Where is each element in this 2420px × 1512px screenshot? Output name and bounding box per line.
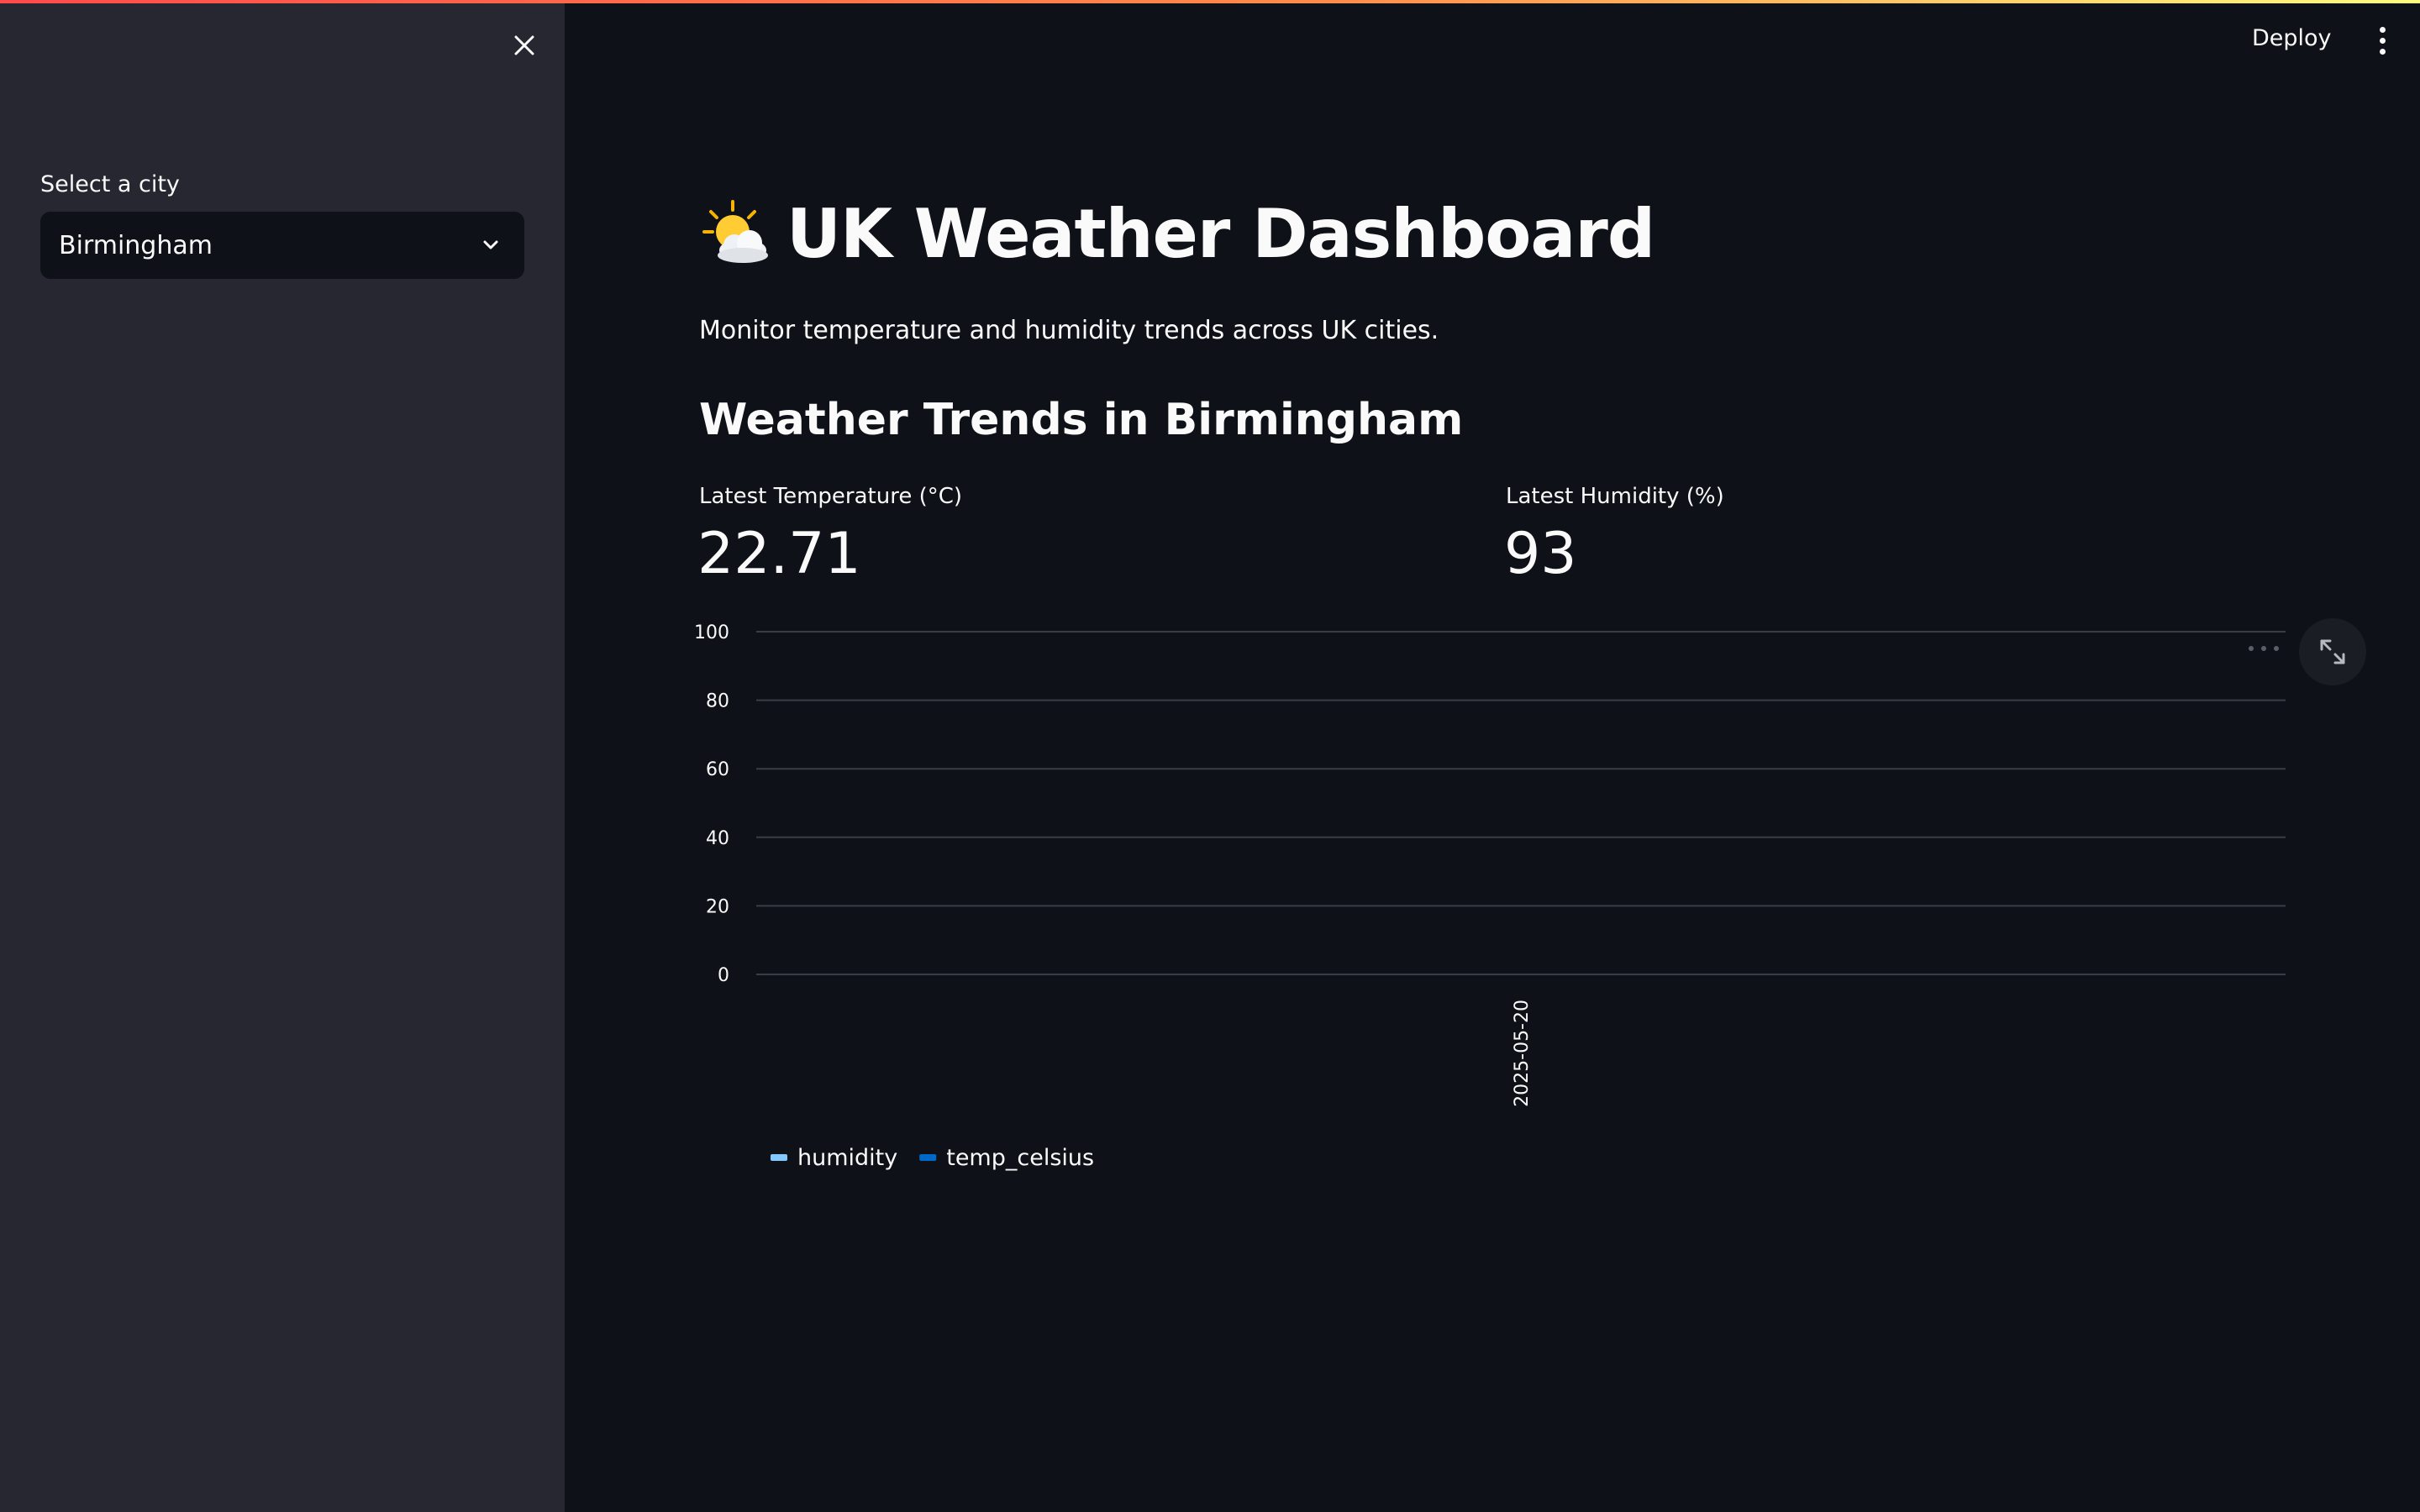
weather-trends-chart: 0 20 40 60 80 100 2025-05-20 humidity temp_cel… [694,622,2286,1171]
legend-swatch-temp_celsius [919,1154,937,1161]
fullscreen-button[interactable] [2299,618,2366,685]
metric-temperature-value: 22.71 [697,521,861,587]
chart-more-options-button[interactable] [2249,642,2279,655]
page-title-text: UK Weather Dashboard [786,195,1655,273]
chevron-down-icon [483,240,498,249]
city-select-label: Select a city [40,171,180,197]
legend-swatch-humidity [771,1154,787,1161]
page-subtitle: Monitor temperature and humidity trends … [699,316,1439,345]
page-title: UK Weather Dashboard [699,195,1655,273]
metric-humidity-label: Latest Humidity (%) [1506,484,1724,509]
city-select-value: Birmingham [59,230,213,260]
y-tick-label: 80 [706,691,729,712]
section-title: Weather Trends in Birmingham [699,395,1464,445]
y-tick-label: 40 [706,828,729,849]
y-tick-label: 20 [706,896,729,917]
legend-label-temp_celsius: temp_celsius [946,1145,1094,1171]
close-icon [514,35,534,55]
y-tick-label: 100 [694,622,729,643]
legend-label-humidity: humidity [797,1145,897,1171]
sun-behind-cloud-icon [702,199,768,263]
y-tick-label: 60 [706,759,729,780]
main-menu-button[interactable] [2370,24,2395,57]
kebab-menu-icon [2379,26,2386,33]
y-tick-label: 0 [718,965,729,986]
close-sidebar-button[interactable] [504,25,544,66]
deploy-button[interactable]: Deploy [2252,25,2332,51]
expand-icon [2320,639,2345,664]
city-select[interactable]: Birmingham [40,212,524,279]
metric-humidity-value: 93 [1504,521,1577,587]
x-tick-label: 2025-05-20 [1512,1000,1533,1107]
top-accent-bar [0,0,2420,3]
metric-temperature-label: Latest Temperature (°C) [699,484,963,509]
sidebar: Select a city Birmingham [0,0,565,1512]
more-options-icon [2249,646,2254,651]
